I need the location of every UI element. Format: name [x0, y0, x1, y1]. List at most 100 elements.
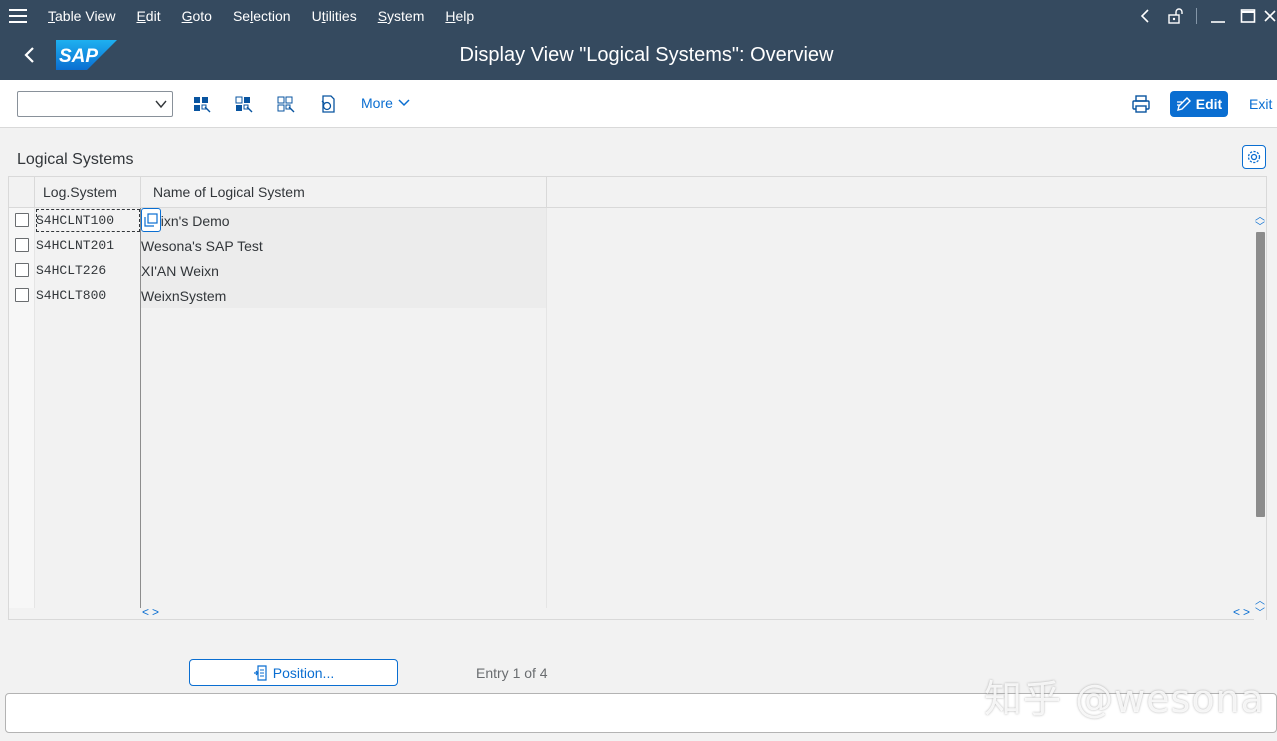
- table-row-empty: [9, 508, 547, 533]
- empty-select-cell: [9, 458, 35, 483]
- log-system-cell[interactable]: S4HCLNT201: [35, 233, 141, 258]
- table-row-empty: [9, 333, 547, 358]
- empty-cell: [35, 433, 141, 458]
- position-button[interactable]: Position...: [189, 659, 398, 686]
- menu-bar: Table View Edit Goto Selection Utilities…: [0, 0, 1277, 31]
- row-checkbox[interactable]: [15, 263, 29, 277]
- chevron-down-icon: [398, 99, 410, 107]
- empty-select-cell: [9, 308, 35, 333]
- minimize-icon[interactable]: [1203, 0, 1233, 31]
- empty-cell: [35, 358, 141, 383]
- empty-cell: [141, 458, 547, 483]
- scroll-down-icon[interactable]: ﹀: [1254, 218, 1266, 233]
- table-settings-button[interactable]: [1242, 145, 1266, 169]
- empty-cell: [141, 433, 547, 458]
- empty-cell: [141, 383, 547, 408]
- table-row-empty: [9, 458, 547, 483]
- empty-cell: [141, 408, 547, 433]
- select-all-icon[interactable]: [192, 94, 212, 114]
- empty-cell: [35, 383, 141, 408]
- empty-cell: [35, 408, 141, 433]
- empty-select-cell: [9, 408, 35, 433]
- log-system-cell[interactable]: S4HCLT800: [35, 283, 141, 308]
- hamburger-menu-icon[interactable]: [9, 8, 27, 23]
- menu-utilities[interactable]: Utilities: [312, 8, 357, 24]
- table-row-empty: [9, 383, 547, 408]
- variant-icon[interactable]: [318, 94, 338, 114]
- system-name-cell[interactable]: XI'AN Weixn: [141, 258, 547, 283]
- scrollbar-thumb[interactable]: [1256, 232, 1265, 517]
- section-title: Logical Systems: [17, 151, 134, 168]
- deselect-all-icon[interactable]: [276, 94, 296, 114]
- system-name-cell[interactable]: eixn's Demo: [141, 208, 547, 233]
- window-controls: [1130, 0, 1277, 31]
- table-row-empty: [9, 558, 547, 583]
- empty-cell: [141, 533, 547, 558]
- row-checkbox[interactable]: [15, 238, 29, 252]
- column-header-log-system[interactable]: Log.System: [35, 177, 141, 208]
- position-label: Position...: [272, 664, 335, 681]
- chevron-down-icon[interactable]: [154, 97, 168, 111]
- empty-select-cell: [9, 383, 35, 408]
- page-title: Display View "Logical Systems": Overview: [459, 44, 834, 66]
- empty-cell: [141, 508, 547, 533]
- print-icon[interactable]: [1131, 94, 1151, 114]
- position-icon: [253, 664, 267, 681]
- shell-header: SAP Display View "Logical Systems": Over…: [0, 31, 1277, 80]
- log-system-cell[interactable]: S4HCLNT100: [35, 208, 141, 233]
- select-all-column[interactable]: [9, 177, 35, 208]
- empty-cell: [141, 558, 547, 583]
- table-row-empty: [9, 583, 547, 608]
- select-block-icon[interactable]: [234, 94, 254, 114]
- table-row-empty: [9, 408, 547, 433]
- table-row-empty: [9, 533, 547, 558]
- menu-help[interactable]: Help: [445, 8, 474, 24]
- edit-pen-icon: [1176, 97, 1191, 111]
- empty-cell: [35, 558, 141, 583]
- empty-cell: [141, 583, 547, 608]
- horizontal-scroll-right-arrows[interactable]: <>: [1233, 605, 1253, 619]
- empty-cell: [141, 333, 547, 358]
- unlock-icon[interactable]: [1160, 0, 1190, 31]
- menu-system[interactable]: System: [378, 8, 425, 24]
- empty-select-cell: [9, 433, 35, 458]
- command-field[interactable]: [17, 91, 173, 117]
- vertical-scrollbar[interactable]: ︿ ﹀ ︿ ﹀: [1254, 208, 1266, 620]
- close-icon[interactable]: [1263, 0, 1277, 31]
- collapse-left-icon[interactable]: [1130, 0, 1160, 31]
- table-row[interactable]: S4HCLT800 WeixnSystem: [9, 283, 547, 308]
- table-row[interactable]: S4HCLNT201 Wesona's SAP Test: [9, 233, 547, 258]
- table-row-empty: [9, 483, 547, 508]
- menu-goto[interactable]: Goto: [182, 8, 212, 24]
- system-name-cell[interactable]: Wesona's SAP Test: [141, 233, 547, 258]
- maximize-icon[interactable]: [1233, 0, 1263, 31]
- empty-select-cell: [9, 558, 35, 583]
- row-checkbox[interactable]: [15, 213, 29, 227]
- empty-select-cell: [9, 333, 35, 358]
- menu-table-view[interactable]: Table View: [48, 8, 115, 24]
- scroll-down-icon[interactable]: ﹀: [1254, 604, 1266, 619]
- menu-selection[interactable]: Selection: [233, 8, 291, 24]
- more-button[interactable]: More: [361, 95, 410, 111]
- table-row[interactable]: S4HCLNT100 eixn's Demo: [9, 208, 547, 233]
- divider: [1196, 7, 1197, 24]
- log-system-cell[interactable]: S4HCLT226: [35, 258, 141, 283]
- empty-cell: [141, 483, 547, 508]
- row-checkbox[interactable]: [15, 288, 29, 302]
- table-header: Log.System Name of Logical System: [9, 177, 1266, 208]
- exit-button[interactable]: Exit: [1249, 96, 1272, 112]
- system-name-cell[interactable]: WeixnSystem: [141, 283, 547, 308]
- empty-select-cell: [9, 358, 35, 383]
- empty-cell: [141, 358, 547, 383]
- more-label: More: [361, 95, 393, 111]
- menu-edit[interactable]: Edit: [136, 8, 160, 24]
- table-row-empty: [9, 433, 547, 458]
- value-help-icon[interactable]: [141, 208, 161, 232]
- column-header-name[interactable]: Name of Logical System: [141, 177, 547, 208]
- table-row[interactable]: S4HCLT226 XI'AN Weixn: [9, 258, 547, 283]
- empty-select-cell: [9, 533, 35, 558]
- horizontal-scroll-left-arrows[interactable]: <>: [142, 605, 162, 619]
- logical-systems-table: Log.System Name of Logical System S4HCLN…: [8, 176, 1267, 620]
- empty-cell: [35, 583, 141, 608]
- edit-button[interactable]: Edit: [1170, 91, 1228, 117]
